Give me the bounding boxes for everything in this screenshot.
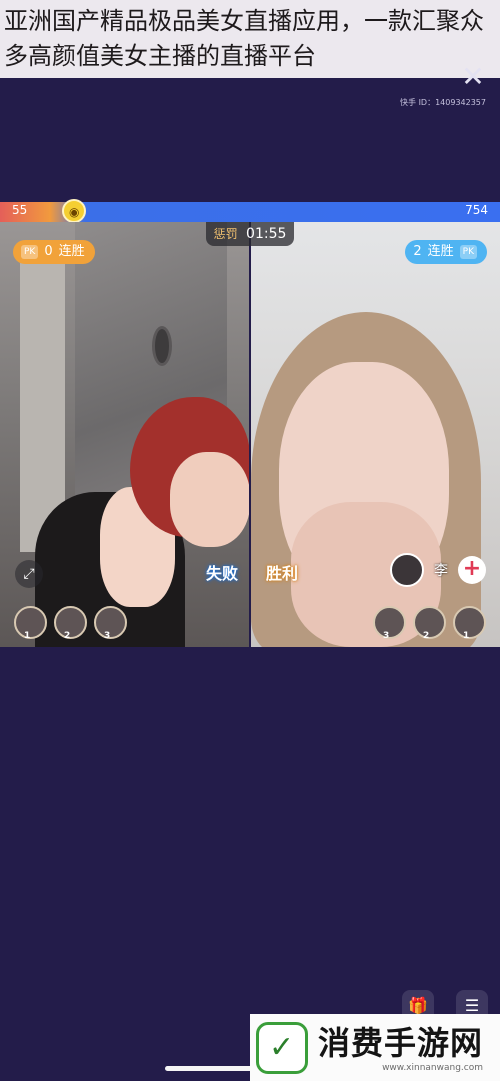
win-streak-count: 0 bbox=[44, 244, 53, 259]
avatar[interactable] bbox=[390, 553, 424, 587]
gifter-avatar[interactable]: 1 bbox=[453, 606, 486, 641]
follow-button[interactable]: + bbox=[458, 556, 486, 584]
left-score: 55 bbox=[12, 203, 28, 217]
watermark-title: 消费手游网 bbox=[318, 1023, 484, 1062]
right-score: 754 bbox=[465, 203, 488, 217]
timer-label: 惩罚 bbox=[213, 227, 238, 241]
caption-text: 亚洲国产精品极品美女直播应用，一款汇聚众多高颜值美女主播的直播平台 bbox=[4, 7, 484, 70]
left-result-label: 失败 bbox=[205, 564, 238, 583]
streamer-id: 快手 ID：1409342357 bbox=[400, 98, 486, 107]
expand-icon[interactable]: ⤢ bbox=[15, 560, 43, 588]
watermark-logo: ✓ bbox=[256, 1021, 308, 1074]
watermark-url: www.xinnanwang.com bbox=[382, 1062, 484, 1073]
gifter-avatar[interactable]: 3 bbox=[373, 606, 406, 641]
win-streak-count: 2 bbox=[413, 244, 422, 259]
win-streak-label: 连胜 bbox=[58, 244, 85, 259]
gifter-avatar[interactable]: 2 bbox=[413, 606, 446, 641]
background-drain bbox=[152, 326, 172, 366]
gifter-rank: 2 bbox=[64, 631, 71, 641]
divider-glyph: ◉ bbox=[69, 205, 80, 219]
site-watermark: ✓ 消费手游网 www.xinnanwang.com bbox=[250, 1014, 500, 1081]
win-streak-label: 连胜 bbox=[427, 244, 454, 259]
right-result-label: 胜利 bbox=[265, 564, 298, 583]
gifter-avatar[interactable]: 3 bbox=[94, 606, 127, 641]
right-win-streak-badge: 2 连胜 PK bbox=[405, 240, 487, 264]
pk-timer: 惩罚 01:55 bbox=[206, 222, 294, 246]
gifter-rank: 3 bbox=[383, 631, 390, 641]
left-top-gifters: 1 2 3 bbox=[14, 606, 127, 641]
caption-banner: 亚洲国产精品极品美女直播应用，一款汇聚众多高颜值美女主播的直播平台 bbox=[0, 0, 500, 78]
pk-video-area: PK 0 连胜 2 连胜 PK 惩罚 01:55 ⤢ 失败 胜利 李 + 1 2… bbox=[0, 222, 500, 647]
close-icon[interactable]: ✕ bbox=[458, 62, 488, 92]
gifter-rank: 2 bbox=[423, 631, 430, 641]
emoji-face-icon: ◉ bbox=[62, 199, 86, 223]
pk-tag: PK bbox=[21, 245, 39, 259]
pk-score-bar: 55 ◉ 754 bbox=[0, 199, 500, 223]
gifter-avatar[interactable]: 1 bbox=[14, 606, 47, 641]
opponent-name[interactable]: 李 bbox=[434, 560, 448, 580]
right-top-gifters: 3 2 1 bbox=[373, 606, 486, 641]
gifter-rank: 3 bbox=[104, 631, 111, 641]
watermark-text: 消费手游网 www.xinnanwang.com bbox=[318, 1023, 483, 1073]
gifter-rank: 1 bbox=[24, 631, 31, 641]
pk-tag: PK bbox=[459, 245, 477, 259]
logo-mark: ✓ bbox=[269, 1029, 295, 1065]
opponent-chip[interactable]: 李 + bbox=[390, 552, 486, 588]
left-win-streak-badge: PK 0 连胜 bbox=[13, 240, 95, 264]
streamer-face bbox=[170, 452, 249, 547]
gifter-rank: 1 bbox=[463, 631, 470, 641]
gifter-avatar[interactable]: 2 bbox=[54, 606, 87, 641]
timer-value: 01:55 bbox=[246, 226, 287, 242]
